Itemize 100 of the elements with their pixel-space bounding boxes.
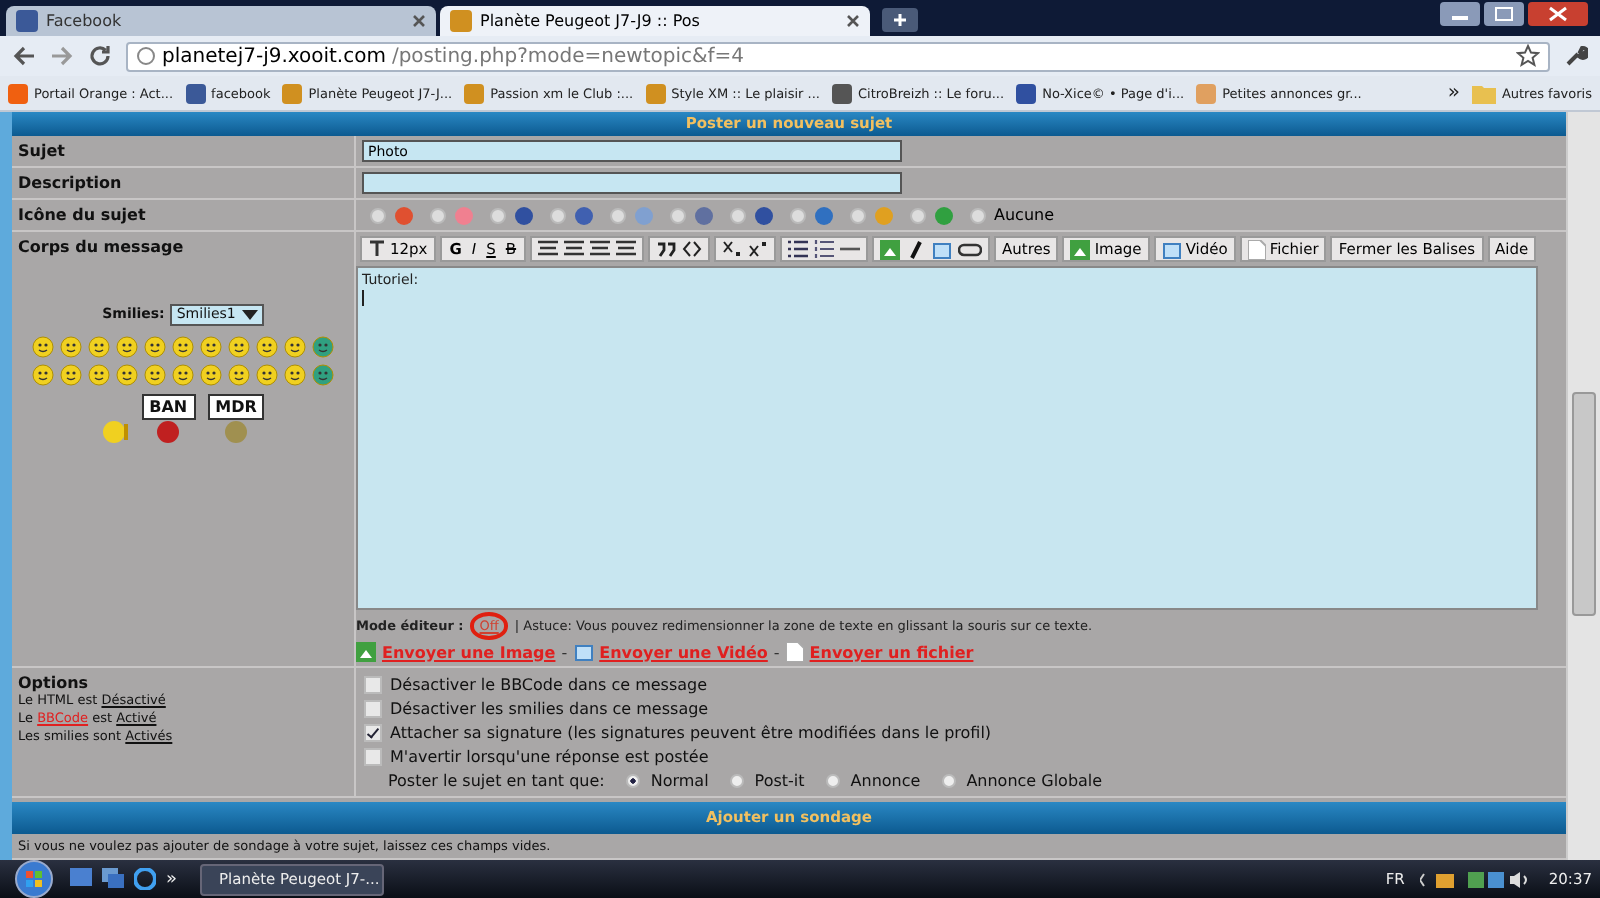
reload-icon[interactable] <box>88 44 112 68</box>
sign-text[interactable]: BAN <box>141 394 196 420</box>
topic-icon <box>634 205 654 225</box>
checkbox-label: Désactiver le BBCode dans ce message <box>390 675 708 693</box>
new-tab-icon[interactable] <box>882 8 918 32</box>
checkbox[interactable] <box>364 699 382 717</box>
font-icon <box>368 240 386 258</box>
separator-text: - <box>561 643 568 661</box>
file-icon <box>785 642 804 662</box>
post-as-label: Poster le sujet en tant que: <box>388 771 605 789</box>
field-label: Sujet <box>12 136 356 166</box>
star-icon[interactable] <box>1516 44 1540 68</box>
topic-icon <box>694 205 714 225</box>
radio-button[interactable] <box>730 207 746 223</box>
site-icon <box>8 83 28 103</box>
checkbox-label: Désactiver les smilies dans ce message <box>390 699 709 717</box>
scrollbar[interactable] <box>1566 112 1600 860</box>
video-icon <box>573 642 594 662</box>
site-icon <box>1016 83 1037 103</box>
superscript-icon[interactable] <box>748 240 769 258</box>
radio-button[interactable] <box>970 207 986 223</box>
radio-button[interactable] <box>826 773 841 787</box>
topic-icon <box>454 205 474 225</box>
radio-button[interactable] <box>942 773 957 787</box>
maximize-icon[interactable] <box>1484 2 1524 26</box>
radio-button[interactable] <box>730 773 745 787</box>
separator-text: - <box>773 643 780 661</box>
link-icon[interactable] <box>958 241 983 257</box>
field-label: Description <box>12 168 356 198</box>
radio-button[interactable] <box>550 207 566 223</box>
minimize-icon[interactable] <box>1440 2 1480 26</box>
desktop-icon[interactable] <box>70 868 92 890</box>
radio-button[interactable] <box>670 207 686 223</box>
site-icon <box>832 83 852 103</box>
topic-icon <box>394 205 414 225</box>
checkbox-label: Attacher sa signature (les signatures peuvent être modifiées dans le profil) <box>390 723 992 741</box>
topic-icon <box>874 205 894 225</box>
radio-label: Post-it <box>754 771 805 789</box>
file-icon <box>1247 239 1266 259</box>
radio-label: Aucune <box>994 206 1055 224</box>
site-icon <box>464 83 485 103</box>
topic-icon <box>934 205 954 225</box>
site-icon <box>645 83 666 103</box>
back-icon[interactable] <box>12 44 36 68</box>
code-icon[interactable] <box>682 240 703 258</box>
text-cursor <box>362 290 364 306</box>
radio-button[interactable] <box>370 207 386 223</box>
checkbox[interactable] <box>364 747 382 765</box>
sign-text[interactable]: MDR <box>207 394 265 420</box>
image-icon <box>1070 239 1091 259</box>
radio-button[interactable] <box>610 207 626 223</box>
topic-icon <box>814 205 834 225</box>
align-icon[interactable] <box>590 240 611 258</box>
video-icon <box>1161 239 1182 259</box>
radio-button[interactable] <box>490 207 506 223</box>
more-bookmarks-button[interactable]: » <box>1447 82 1460 104</box>
radio-button[interactable] <box>850 207 866 223</box>
align-icon[interactable] <box>564 240 585 258</box>
align-icon[interactable] <box>538 240 559 258</box>
radio-button[interactable] <box>430 207 446 223</box>
numbered-list-icon[interactable] <box>814 240 835 258</box>
checkbox[interactable] <box>364 675 382 693</box>
topic-icon <box>574 205 594 225</box>
dropdown-arrow-icon <box>241 309 258 321</box>
folder-icon <box>1471 83 1496 103</box>
tray-icons-drawing[interactable] <box>1420 869 1533 889</box>
description-field[interactable] <box>362 172 902 194</box>
page-icon <box>16 10 38 32</box>
list-icon[interactable] <box>788 240 809 258</box>
checkbox-label: M'avertir lorsqu'une réponse est postée <box>390 747 709 765</box>
browser-tab[interactable]: Planète Peugeot J7-J9 :: Pos <box>440 6 870 36</box>
windows-switch-icon[interactable] <box>102 868 124 890</box>
site-icon <box>185 83 206 103</box>
quote-icon[interactable] <box>656 240 677 258</box>
radio-button[interactable] <box>626 773 641 787</box>
field-label: Corps du message <box>18 238 184 256</box>
align-icon[interactable] <box>616 240 637 258</box>
browser-tab[interactable]: Facebook <box>6 6 436 36</box>
close-icon[interactable] <box>412 14 426 28</box>
flash-icon[interactable] <box>906 239 927 259</box>
field-label: Options <box>18 674 89 692</box>
wrench-icon[interactable] <box>1564 44 1588 68</box>
topic-icon <box>754 205 774 225</box>
address-field[interactable]: planetej7-j9.xooit.com /posting.php?mode=newtopic&f=4 <box>126 41 1550 71</box>
field-label: Icône du sujet <box>12 200 356 230</box>
site-icon <box>282 83 303 103</box>
close-icon[interactable] <box>846 14 860 28</box>
radio-button[interactable] <box>790 207 806 223</box>
radio-label: Annonce Globale <box>966 771 1103 789</box>
page-icon <box>450 10 472 32</box>
radio-label: Annonce <box>850 771 921 789</box>
site-icon <box>1196 83 1217 103</box>
more-button[interactable]: » <box>166 869 178 889</box>
radio-label: Normal <box>650 771 709 789</box>
image-icon <box>356 642 376 662</box>
checkbox[interactable] <box>364 723 382 741</box>
radio-button[interactable] <box>910 207 926 223</box>
subscript-icon[interactable] <box>722 240 743 258</box>
close-icon[interactable] <box>1528 2 1588 26</box>
topic-icon <box>514 205 534 225</box>
